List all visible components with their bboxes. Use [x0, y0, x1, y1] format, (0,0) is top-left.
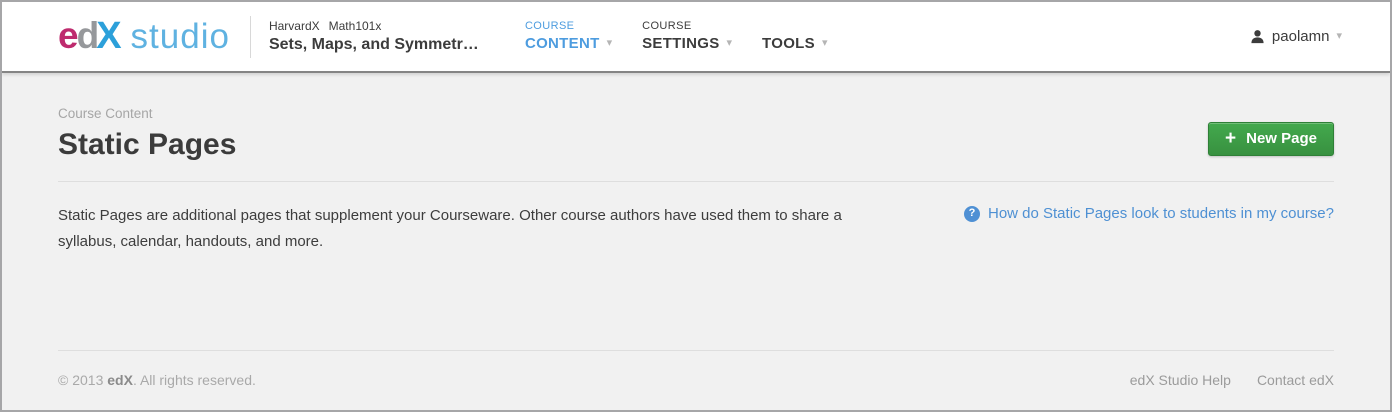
nav-course-content[interactable]: COURSE CONTENT ▾ — [525, 20, 612, 52]
header-left: edX studio HarvardX Math101x Sets, Maps, … — [58, 2, 827, 71]
footer-link-studio-help[interactable]: edX Studio Help — [1130, 372, 1231, 388]
course-number: Math101x — [329, 19, 382, 33]
chevron-down-icon: ▾ — [607, 38, 613, 49]
top-header: edX studio HarvardX Math101x Sets, Maps, … — [2, 2, 1390, 73]
edx-studio-logo[interactable]: edX studio — [58, 15, 230, 58]
header-divider — [250, 16, 251, 58]
logo-letter-d: d — [77, 15, 97, 57]
help-link[interactable]: ? How do Static Pages look to students i… — [964, 205, 1334, 222]
footer-divider — [58, 350, 1334, 351]
plus-icon: + — [1225, 132, 1236, 146]
main-content: Course Content Static Pages + New Page S… — [2, 73, 1390, 350]
page-head: Course Content Static Pages + New Page — [58, 106, 1334, 162]
copyright-text: © 2013 edX. All rights reserved. — [58, 372, 256, 388]
page-title: Static Pages — [58, 128, 236, 162]
chevron-down-icon: ▾ — [822, 38, 828, 49]
section-divider — [58, 181, 1334, 182]
new-page-button[interactable]: + New Page — [1208, 122, 1334, 156]
help-link-label: How do Static Pages look to students in … — [988, 205, 1334, 222]
course-info: HarvardX Math101x Sets, Maps, and Symmetr… — [269, 19, 499, 54]
page-description: Static Pages are additional pages that s… — [58, 203, 888, 256]
edx-studio-window: edX studio HarvardX Math101x Sets, Maps, … — [0, 0, 1392, 412]
nav-course-content-line2: CONTENT — [525, 35, 600, 52]
new-page-button-label: New Page — [1246, 130, 1317, 147]
nav-tools[interactable]: TOOLS ▾ — [762, 35, 827, 52]
footer-link-contact-edx[interactable]: Contact edX — [1257, 372, 1334, 388]
copyright-prefix: © 2013 — [58, 372, 107, 388]
nav-tools-label: TOOLS — [762, 35, 815, 52]
copyright-suffix: . All rights reserved. — [133, 372, 256, 388]
nav-course-content-line1: COURSE — [525, 20, 612, 32]
logo-letter-x: X — [96, 15, 121, 58]
page-footer: © 2013 edX. All rights reserved. edX Stu… — [2, 350, 1390, 410]
main-nav: COURSE CONTENT ▾ COURSE SETTINGS ▾ TOOL — [525, 20, 828, 54]
nav-course-settings-line1: COURSE — [642, 20, 732, 32]
logo-studio-text: studio — [131, 17, 230, 57]
user-name: paolamn — [1272, 28, 1330, 45]
logo-letter-e: e — [58, 15, 77, 57]
course-org: HarvardX — [269, 19, 320, 33]
chevron-down-icon: ▾ — [727, 38, 733, 49]
course-codes: HarvardX Math101x — [269, 19, 499, 33]
breadcrumb: Course Content — [58, 106, 236, 121]
user-icon — [1250, 29, 1265, 44]
content-row: Static Pages are additional pages that s… — [58, 203, 1334, 256]
user-menu[interactable]: paolamn ▾ — [1250, 28, 1342, 45]
course-title: Sets, Maps, and Symmetr… — [269, 36, 499, 54]
footer-row: © 2013 edX. All rights reserved. edX Stu… — [58, 372, 1334, 388]
footer-links: edX Studio Help Contact edX — [1130, 372, 1334, 388]
nav-course-settings-line2: SETTINGS — [642, 35, 719, 52]
nav-course-settings[interactable]: COURSE SETTINGS ▾ — [642, 20, 732, 52]
chevron-down-icon: ▾ — [1336, 31, 1342, 42]
question-icon: ? — [964, 206, 980, 222]
title-block: Course Content Static Pages — [58, 106, 236, 162]
copyright-brand-link[interactable]: edX — [107, 372, 133, 388]
